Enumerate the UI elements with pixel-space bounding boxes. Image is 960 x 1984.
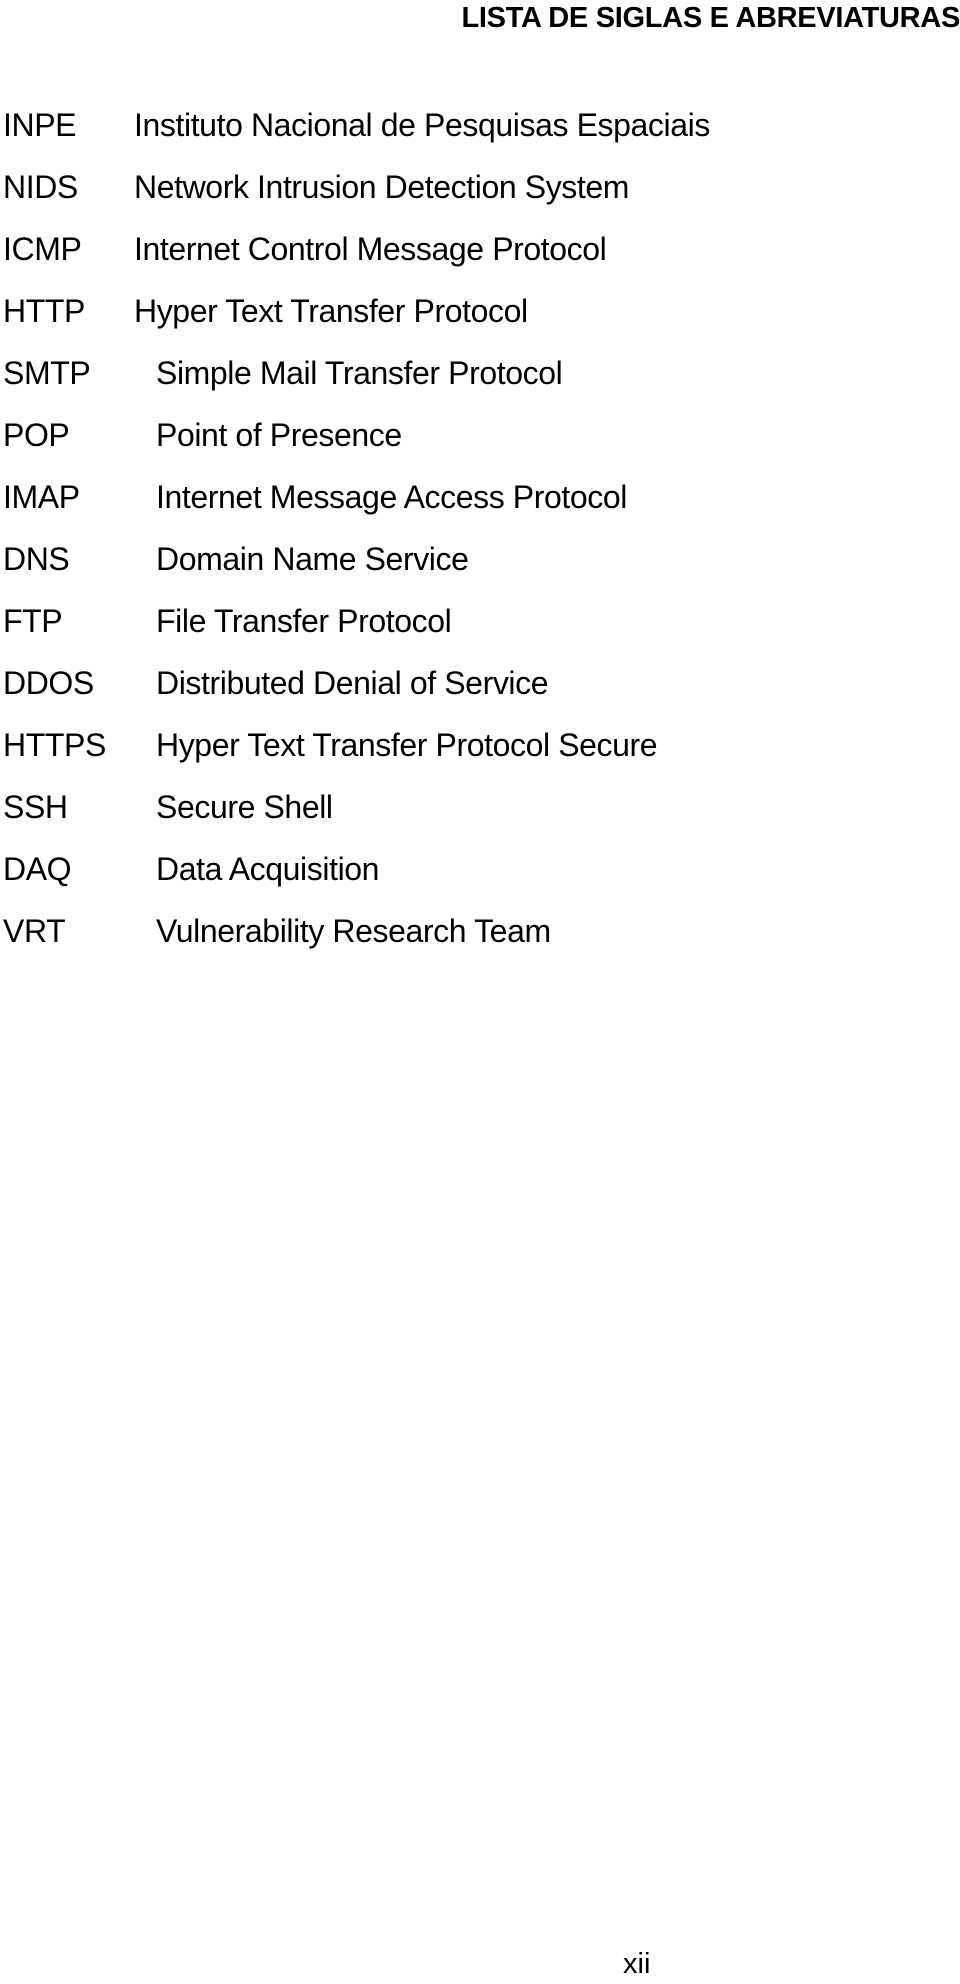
abbreviation: INPE <box>3 107 77 143</box>
definition: Point of Presence <box>156 417 402 453</box>
abbreviation: FTP <box>3 603 63 639</box>
abbreviation: SMTP <box>3 355 91 391</box>
definition: Data Acquisition <box>156 851 380 887</box>
abbreviation: HTTPS <box>3 727 106 763</box>
definition: Network Intrusion Detection System <box>134 169 630 205</box>
definition: Simple Mail Transfer Protocol <box>156 355 563 391</box>
definition: Hyper Text Transfer Protocol <box>134 293 528 329</box>
definition: Internet Message Access Protocol <box>156 479 627 515</box>
definition: Internet Control Message Protocol <box>134 231 607 267</box>
abbreviation: NIDS <box>3 169 78 205</box>
definition: Instituto Nacional de Pesquisas Espaciai… <box>134 107 710 143</box>
abbreviation: DNS <box>3 541 70 577</box>
abbreviation: ICMP <box>3 231 82 267</box>
abbreviation: DAQ <box>3 851 72 887</box>
definition: Domain Name Service <box>156 541 469 577</box>
definition: File Transfer Protocol <box>156 603 452 639</box>
definition: Secure Shell <box>156 789 333 825</box>
abbreviation: SSH <box>3 789 68 825</box>
abbreviation: IMAP <box>3 479 80 515</box>
definition: Distributed Denial of Service <box>156 665 549 701</box>
abbreviation: VRT <box>3 913 66 949</box>
page-number: xii <box>623 1948 651 1980</box>
abbreviation: POP <box>3 417 70 453</box>
definition: Vulnerability Research Team <box>156 913 551 949</box>
definition: Hyper Text Transfer Protocol Secure <box>156 727 658 763</box>
abbreviation: DDOS <box>3 665 94 701</box>
page-title: LISTA DE SIGLAS E ABREVIATURAS <box>461 2 960 34</box>
abbreviation: HTTP <box>3 293 85 329</box>
